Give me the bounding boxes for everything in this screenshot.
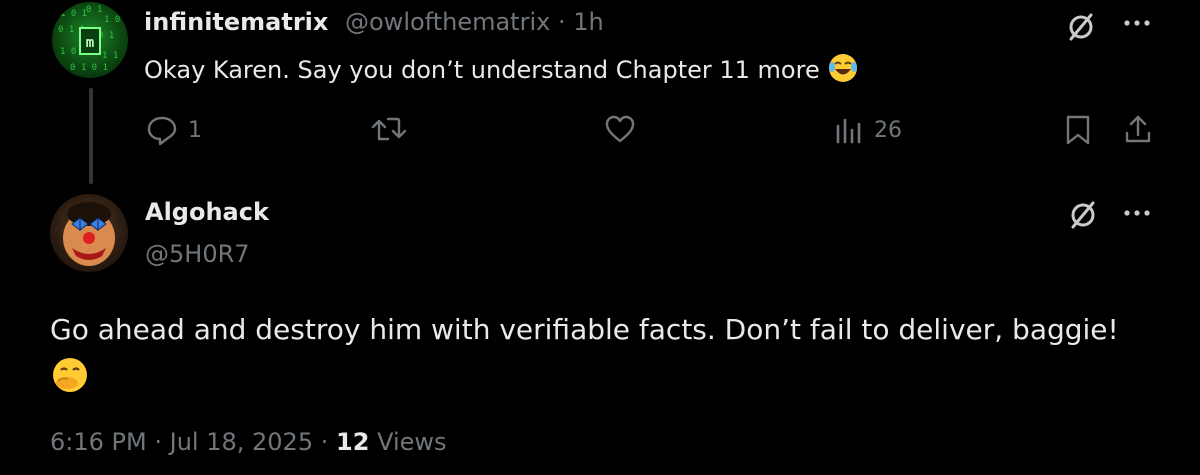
- reply-text: Okay Karen. Say you don’t understand Cha…: [144, 52, 859, 84]
- tweet-views-count[interactable]: 12: [336, 428, 369, 456]
- share-icon: [1125, 115, 1151, 143]
- repost-button[interactable]: [370, 113, 408, 145]
- views-count: 26: [874, 118, 902, 143]
- more-dots-icon[interactable]: [1124, 18, 1150, 28]
- reply-separator: ·: [557, 8, 566, 36]
- reply-author-meta: @owlofthematrix · 1h: [345, 8, 604, 36]
- reply-author-avatar[interactable]: 1 0 1 0 1 1 0 0 1 0 0 1 1 0 1 1 0 1 0 1 …: [52, 2, 128, 78]
- tweet-separator: ·: [320, 428, 329, 456]
- tweet-text: Go ahead and destroy him with verifiable…: [50, 306, 1160, 402]
- repost-icon: [371, 117, 407, 141]
- grok-slash-icon[interactable]: [1064, 10, 1098, 44]
- tweet-meta-footer: 6:16 PM · Jul 18, 2025 · 12 Views: [50, 428, 447, 456]
- reply-count: 1: [188, 118, 202, 143]
- grok-slash-icon[interactable]: [1066, 198, 1100, 232]
- tweet-author-handle[interactable]: @5H0R7: [145, 240, 250, 268]
- svg-text:1 1: 1 1: [102, 51, 118, 61]
- tweet-author-name[interactable]: Algohack: [145, 198, 269, 226]
- reply-timestamp[interactable]: 1h: [573, 8, 603, 36]
- laughing-crying-emoji-icon: [829, 54, 858, 82]
- heart-icon: [605, 115, 635, 143]
- hand-over-mouth-emoji-icon: [53, 358, 87, 392]
- tweet-emoji: [50, 358, 90, 394]
- tweet-views-label: Views: [377, 428, 447, 456]
- svg-text:0 1: 0 1: [86, 5, 102, 15]
- like-button[interactable]: [604, 114, 636, 144]
- more-dots-icon[interactable]: [1124, 208, 1150, 218]
- views-bar-chart-icon: [836, 118, 861, 144]
- tweet-author-avatar[interactable]: [50, 194, 128, 272]
- bookmark-icon: [1066, 115, 1090, 145]
- reply-text-body: Okay Karen. Say you don’t understand Cha…: [144, 56, 820, 84]
- reply-emoji: [827, 54, 859, 84]
- thread-connector-line: [89, 88, 93, 184]
- svg-text:1 0 1: 1 0 1: [60, 9, 87, 19]
- tweet-separator: ·: [154, 428, 162, 456]
- tweet-time[interactable]: 6:16 PM: [50, 428, 147, 456]
- tweet-text-body: Go ahead and destroy him with verifiable…: [50, 313, 1119, 346]
- svg-text:1 0: 1 0: [104, 15, 120, 25]
- tweet-date[interactable]: Jul 18, 2025: [170, 428, 313, 456]
- reply-comment-button[interactable]: [146, 114, 178, 146]
- svg-text:0 1 0 1: 0 1 0 1: [70, 63, 108, 73]
- bookmark-button[interactable]: [1064, 114, 1092, 146]
- share-button[interactable]: [1124, 113, 1152, 145]
- svg-text:m: m: [86, 35, 94, 51]
- views-button[interactable]: [834, 116, 864, 146]
- reply-author-name[interactable]: infinitematrix: [144, 8, 328, 36]
- reply-author-handle[interactable]: @owlofthematrix: [345, 8, 550, 36]
- comment-icon: [147, 116, 177, 146]
- svg-text:1 0: 1 0: [60, 47, 76, 57]
